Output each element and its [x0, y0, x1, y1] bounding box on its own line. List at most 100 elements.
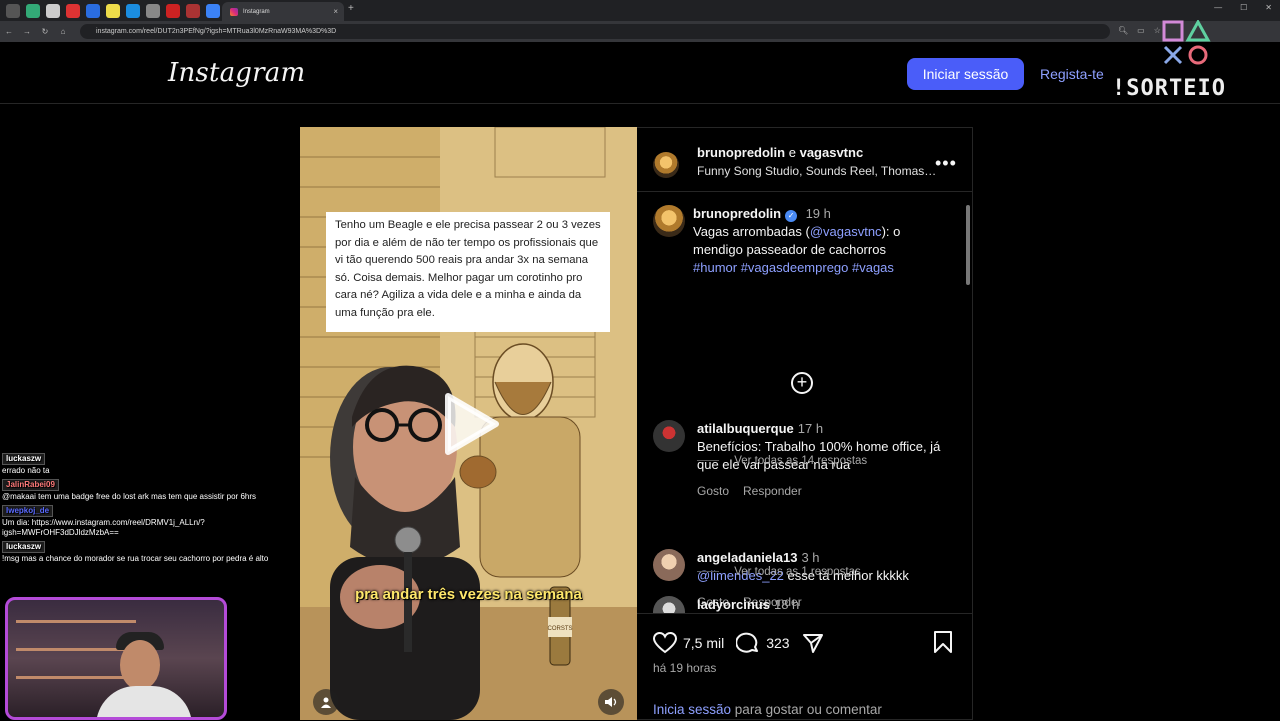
post-actions: 7,5 mil 323 há 19 horas Inicia sessão pa…: [637, 613, 973, 721]
post-authors: brunopredolin e vagasvtnc: [697, 145, 863, 160]
comment-icon[interactable]: [736, 632, 760, 654]
tagged-users-button[interactable]: [313, 689, 339, 715]
tab-title: Instagram: [243, 8, 270, 15]
chat-username: luckaszw: [2, 541, 46, 553]
comment-time: 17 h: [797, 421, 824, 436]
caption-prefix: Vagas arrombadas (: [693, 224, 810, 239]
back-icon[interactable]: ←: [0, 27, 18, 36]
audio-info[interactable]: Funny Song Studio, Sounds Reel, Thomas…: [697, 164, 936, 178]
forward-icon[interactable]: →: [18, 27, 36, 36]
view-replies-link[interactable]: Ver todas as 1 respostas: [697, 566, 861, 578]
comment-avatar[interactable]: [653, 420, 685, 452]
caption-author-avatar[interactable]: [653, 205, 685, 237]
comment-item: ladyorcinus 18 h: [653, 596, 953, 613]
tab-favicon[interactable]: [6, 3, 20, 18]
likes-count: 7,5 mil: [683, 635, 725, 651]
tab-favicon[interactable]: [26, 3, 40, 18]
login-button[interactable]: Iniciar sessão: [907, 58, 1024, 90]
post-panel: brunopredolin e vagasvtnc Funny Song Stu…: [637, 127, 973, 720]
author-avatar[interactable]: [653, 152, 679, 178]
view-replies-link[interactable]: Ver todas as 14 respostas: [697, 455, 867, 467]
chat-message: !msg mas a chance do morador se rua troc…: [2, 554, 269, 563]
like-comment-link[interactable]: Gosto: [697, 484, 729, 498]
caption-mention[interactable]: @vagasvtnc: [810, 224, 882, 239]
bottle-label: CORSTS: [547, 626, 572, 632]
chat-message: errado não ta: [2, 466, 50, 475]
login-prompt-link[interactable]: Inicia sessão: [653, 702, 731, 717]
tab-close-icon[interactable]: ×: [333, 7, 338, 16]
signup-link[interactable]: Regista-te: [1040, 66, 1104, 82]
and-word: e: [788, 145, 796, 160]
tab-favicon[interactable]: [206, 3, 220, 18]
comment-time: 18 h: [773, 597, 800, 612]
speaker-icon: [605, 697, 617, 707]
tab-favicon[interactable]: [46, 3, 60, 18]
comment-user[interactable]: ladyorcinus: [697, 597, 770, 612]
comment-user[interactable]: atilalbuquerque: [697, 421, 794, 436]
login-prompt-rest: para gostar ou comentar: [731, 702, 882, 717]
chat-message: @makaai tem uma badge free do lost ark m…: [2, 492, 257, 501]
comment-avatar[interactable]: [653, 549, 685, 581]
chat-username: luckaszw: [2, 453, 46, 465]
maximize-icon[interactable]: ☐: [1240, 3, 1247, 12]
stream-chat-overlay: luckaszw errado não ta JalinRabei09 @mak…: [2, 452, 300, 566]
minimize-icon[interactable]: —: [1214, 3, 1222, 12]
comment-time: 3 h: [801, 550, 820, 565]
tab-favicon[interactable]: [126, 3, 140, 18]
heart-icon[interactable]: [653, 632, 677, 654]
more-options-icon[interactable]: •••: [935, 153, 957, 174]
person-icon: [321, 697, 331, 708]
home-icon[interactable]: ⌂: [54, 27, 72, 36]
tab-favicon[interactable]: [106, 3, 120, 18]
caption-text: Vagas arrombadas (@vagasvtnc): o mendigo…: [693, 223, 953, 259]
tab-favicon[interactable]: [166, 3, 180, 18]
playstation-symbols-icon: [1162, 20, 1211, 65]
comments-scrollbar[interactable]: [965, 193, 971, 613]
instagram-favicon-icon: [230, 7, 238, 16]
cast-icon[interactable]: ▭: [1137, 26, 1145, 35]
reel-caption-overlay: Tenho um Beagle e ele precisa passear 2 …: [326, 212, 610, 332]
login-prompt: Inicia sessão para gostar ou comentar: [653, 702, 882, 717]
add-circle-icon[interactable]: +: [791, 372, 813, 394]
star-icon[interactable]: ☆: [1154, 26, 1161, 35]
action-row: 7,5 mil 323: [653, 632, 824, 654]
chat-username: JalinRabei09: [2, 479, 59, 491]
comment-user[interactable]: angeladaniela13: [697, 550, 797, 565]
window-controls: — ☐ ✕: [1214, 3, 1272, 12]
reply-link[interactable]: Responder: [743, 484, 802, 498]
chat-username: Iwepkoj_de: [2, 505, 54, 517]
url-field[interactable]: instagram.com/reel/DUT2n3PEfNg/?igsh=MTR…: [80, 24, 1110, 39]
reload-icon[interactable]: ↻: [36, 27, 54, 36]
tab-favicon[interactable]: [86, 3, 100, 18]
coauthor-link[interactable]: vagasvtnc: [800, 145, 864, 160]
comment-avatar[interactable]: [653, 596, 685, 613]
comments-section[interactable]: brunopredolin ✓ 19 h Vagas arrombadas (@v…: [637, 193, 973, 613]
caption-author[interactable]: brunopredolin: [693, 206, 781, 221]
post-time-ago: há 19 horas: [653, 661, 717, 675]
tab-instagram[interactable]: Instagram ×: [222, 2, 344, 21]
caption-hashtags[interactable]: #humor #vagasdeemprego #vagas: [693, 259, 953, 277]
share-icon[interactable]: [802, 632, 824, 654]
tab-favicon[interactable]: [66, 3, 80, 18]
instagram-logo[interactable]: Instagram: [168, 58, 305, 88]
instagram-header: Instagram Iniciar sessão Regista-te: [0, 42, 1280, 104]
tab-favicon[interactable]: [146, 3, 160, 18]
verified-badge-icon: ✓: [785, 210, 798, 222]
post-caption: brunopredolin ✓ 19 h Vagas arrombadas (@v…: [653, 205, 953, 277]
caption-time: 19 h: [805, 206, 831, 221]
video-subtitle: pra andar três vezes na semana: [355, 586, 582, 603]
chat-message: Um dia: https://www.instagram.com/reel/D…: [2, 518, 205, 537]
streamer-webcam: [5, 597, 227, 720]
tab-favicon[interactable]: [186, 3, 200, 18]
sorteio-overlay: !SORTEIO: [1112, 76, 1226, 101]
bookmark-icon[interactable]: [933, 631, 953, 653]
new-tab-button[interactable]: +: [348, 3, 354, 14]
zoom-icon[interactable]: 🔍︎: [1118, 26, 1128, 35]
browser-tab-bar: Instagram × + — ☐ ✕: [0, 0, 1280, 21]
comments-count: 323: [766, 635, 790, 651]
author-link[interactable]: brunopredolin: [697, 145, 785, 160]
mute-toggle-button[interactable]: [598, 689, 624, 715]
view-replies-text: Ver todas as 14 respostas: [734, 455, 868, 467]
play-icon[interactable]: [440, 392, 500, 456]
close-window-icon[interactable]: ✕: [1265, 3, 1272, 12]
